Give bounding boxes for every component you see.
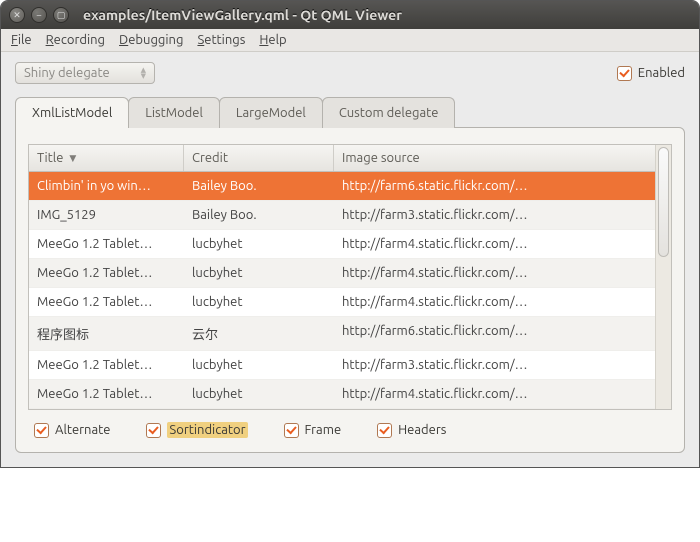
check-icon: [146, 423, 161, 438]
table-header-row: Title ▼ Credit Image source: [29, 145, 655, 172]
table-row[interactable]: Climbin' in yo win…Bailey Boo.http://far…: [29, 172, 655, 201]
table-frame: Title ▼ Credit Image source Climbin' in …: [28, 144, 672, 410]
cell-title: IMG_5129: [29, 201, 184, 229]
cell-credit: lucbyhet: [184, 351, 334, 379]
vertical-scrollbar[interactable]: [655, 145, 671, 409]
cell-source: http://farm4.static.flickr.com/…: [334, 230, 655, 258]
cell-source: http://farm4.static.flickr.com/…: [334, 259, 655, 287]
check-icon: [377, 423, 392, 438]
cell-credit: lucbyhet: [184, 380, 334, 408]
titlebar[interactable]: ✕ – ▢ examples/ItemViewGallery.qml - Qt …: [1, 1, 699, 29]
window-minimize-button[interactable]: –: [31, 7, 47, 23]
menu-settings[interactable]: Settings: [197, 33, 245, 47]
table-row[interactable]: MeeGo 1.2 Tablet…lucbyhethttp://farm4.st…: [29, 380, 655, 409]
cell-title: MeeGo 1.2 Tablet…: [29, 230, 184, 258]
cell-source: http://farm3.static.flickr.com/…: [334, 351, 655, 379]
cell-source: http://farm6.static.flickr.com/…: [334, 317, 655, 350]
menu-file[interactable]: File: [11, 33, 32, 47]
header-image-source[interactable]: Image source: [334, 145, 655, 171]
header-credit[interactable]: Credit: [184, 145, 334, 171]
app-window: ✕ – ▢ examples/ItemViewGallery.qml - Qt …: [0, 0, 700, 468]
table-row[interactable]: MeeGo 1.2 Tablet…lucbyhethttp://farm4.st…: [29, 288, 655, 317]
cell-source: http://farm4.static.flickr.com/…: [334, 380, 655, 408]
check-icon: [617, 66, 632, 81]
table-row[interactable]: 程序图标云尔http://farm6.static.flickr.com/…: [29, 317, 655, 351]
cell-title: MeeGo 1.2 Tablet…: [29, 288, 184, 316]
tab-strip: XmlListModel ListModel LargeModel Custom…: [15, 96, 685, 127]
table-row[interactable]: MeeGo 1.2 Tablet…lucbyhethttp://farm4.st…: [29, 259, 655, 288]
tab-customdelegate[interactable]: Custom delegate: [322, 97, 456, 128]
check-icon: [34, 423, 49, 438]
window-title: examples/ItemViewGallery.qml - Qt QML Vi…: [83, 7, 402, 23]
cell-title: MeeGo 1.2 Tablet…: [29, 380, 184, 408]
enabled-label: Enabled: [638, 66, 685, 80]
check-icon: [284, 423, 299, 438]
cell-title: MeeGo 1.2 Tablet…: [29, 351, 184, 379]
sortindicator-checkbox[interactable]: Sortindicator: [146, 422, 247, 438]
frame-checkbox[interactable]: Frame: [284, 422, 342, 438]
combobox-arrows-icon: ▲▼: [141, 67, 146, 79]
cell-credit: lucbyhet: [184, 230, 334, 258]
cell-credit: lucbyhet: [184, 288, 334, 316]
top-toolbar: Shiny delegate ▲▼ Enabled: [1, 52, 699, 90]
headers-checkbox[interactable]: Headers: [377, 422, 446, 438]
cell-credit: lucbyhet: [184, 259, 334, 287]
tab-listmodel[interactable]: ListModel: [128, 97, 220, 128]
cell-source: http://farm3.static.flickr.com/…: [334, 201, 655, 229]
sort-descending-icon: ▼: [69, 153, 76, 164]
alternate-checkbox[interactable]: Alternate: [34, 422, 110, 438]
scroll-thumb[interactable]: [658, 147, 669, 257]
cell-title: MeeGo 1.2 Tablet…: [29, 259, 184, 287]
menu-bar: File Recording Debugging Settings Help: [1, 29, 699, 52]
table-row[interactable]: IMG_5129Bailey Boo.http://farm3.static.f…: [29, 201, 655, 230]
header-title[interactable]: Title ▼: [29, 145, 184, 171]
menu-recording[interactable]: Recording: [46, 33, 105, 47]
cell-source: http://farm4.static.flickr.com/…: [334, 288, 655, 316]
cell-credit: 云尔: [184, 317, 334, 350]
table-body: Climbin' in yo win…Bailey Boo.http://far…: [29, 172, 655, 409]
table-row[interactable]: MeeGo 1.2 Tablet…lucbyhethttp://farm4.st…: [29, 230, 655, 259]
cell-title: 程序图标: [29, 317, 184, 350]
menu-help[interactable]: Help: [259, 33, 286, 47]
window-close-button[interactable]: ✕: [9, 7, 25, 23]
tab-largemodel[interactable]: LargeModel: [219, 97, 323, 128]
cell-credit: Bailey Boo.: [184, 172, 334, 200]
window-maximize-button[interactable]: ▢: [53, 7, 69, 23]
cell-credit: Bailey Boo.: [184, 201, 334, 229]
cell-title: Climbin' in yo win…: [29, 172, 184, 200]
table-row[interactable]: MeeGo 1.2 Tablet…lucbyhethttp://farm3.st…: [29, 351, 655, 380]
enabled-checkbox[interactable]: Enabled: [617, 66, 685, 81]
options-row: Alternate Sortindicator Frame Headers: [28, 410, 672, 438]
cell-source: http://farm6.static.flickr.com/…: [334, 172, 655, 200]
tab-xmllistmodel[interactable]: XmlListModel: [15, 97, 129, 128]
menu-debugging[interactable]: Debugging: [119, 33, 183, 47]
delegate-combobox[interactable]: Shiny delegate ▲▼: [15, 62, 155, 84]
delegate-combobox-value: Shiny delegate: [24, 66, 110, 80]
tab-pane: Title ▼ Credit Image source Climbin' in …: [15, 127, 685, 453]
